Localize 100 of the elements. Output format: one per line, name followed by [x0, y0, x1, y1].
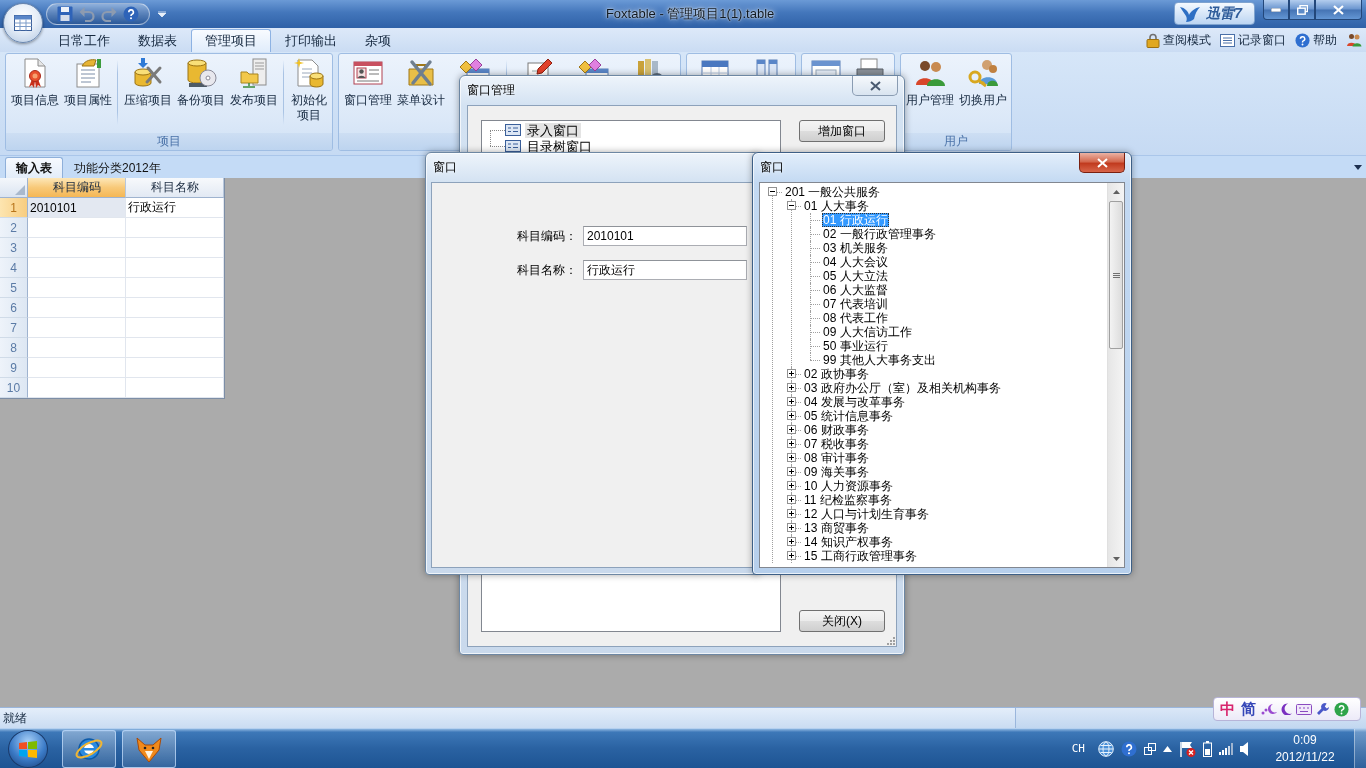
toolbar-button[interactable]: 查阅模式: [1146, 31, 1211, 49]
dialog-button[interactable]: 增加窗口: [799, 120, 885, 142]
column-header[interactable]: 科目名称: [126, 178, 224, 198]
tree-item[interactable]: 03 机关服务: [822, 241, 889, 255]
tree-item[interactable]: 07 代表培训: [822, 297, 889, 311]
tree-item[interactable]: 03 政府办公厅（室）及相关机构事务: [803, 381, 1002, 395]
flag-error-icon[interactable]: [1179, 740, 1196, 757]
battery-icon[interactable]: [1203, 740, 1212, 757]
tree-item[interactable]: 50 事业运行: [822, 339, 889, 353]
up-arrow-icon[interactable]: [1112, 189, 1120, 194]
tree-item[interactable]: 13 商贸事务: [803, 521, 870, 535]
show-desktop-button[interactable]: [1354, 729, 1366, 768]
plus-icon[interactable]: [787, 481, 796, 490]
dropdown-caret-icon[interactable]: [1354, 164, 1362, 170]
minus-icon[interactable]: [787, 201, 796, 210]
help-icon[interactable]: [123, 6, 139, 22]
toolbar-button[interactable]: 帮助: [1295, 31, 1337, 49]
close-button[interactable]: [1079, 153, 1125, 173]
row-header[interactable]: 4: [0, 258, 28, 278]
row-header[interactable]: 8: [0, 338, 28, 358]
row-header[interactable]: 5: [0, 278, 28, 298]
tree-item[interactable]: 01 人大事务: [803, 199, 870, 213]
row-header[interactable]: 2: [0, 218, 28, 238]
tree-item[interactable]: 99 其他人大事务支出: [822, 353, 937, 367]
tree-item[interactable]: 08 审计事务: [803, 451, 870, 465]
help-icon[interactable]: [1121, 740, 1137, 757]
tree-item[interactable]: 12 人口与计划生育事务: [803, 507, 930, 521]
row-header[interactable]: 6: [0, 298, 28, 318]
row-header[interactable]: 3: [0, 238, 28, 258]
column-header[interactable]: 科目编码: [28, 178, 126, 198]
toolbar-button[interactable]: 记录窗口: [1220, 31, 1286, 49]
minus-icon[interactable]: [768, 187, 777, 196]
sheet-tab[interactable]: 输入表: [5, 157, 63, 178]
users-icon[interactable]: [1346, 32, 1362, 48]
tree-item[interactable]: 02 一般行政管理事务: [822, 227, 937, 241]
tree-item[interactable]: 11 纪检监察事务: [803, 493, 893, 507]
ime-mode-button[interactable]: 简: [1240, 699, 1257, 719]
signal-icon[interactable]: [1219, 742, 1233, 755]
tree-item[interactable]: 06 财政事务: [803, 423, 870, 437]
ime-mode-button[interactable]: 中: [1219, 699, 1236, 719]
tree-item[interactable]: 07 税收事务: [803, 437, 870, 451]
row-header[interactable]: 7: [0, 318, 28, 338]
dots-moon-icon[interactable]: [1261, 703, 1277, 715]
ribbon-button[interactable]: 压缩项目: [121, 54, 174, 110]
tree-item[interactable]: 09 海关事务: [803, 465, 870, 479]
save-icon[interactable]: [57, 6, 73, 22]
globe-icon[interactable]: [1098, 740, 1114, 757]
keyboard-icon[interactable]: [1296, 703, 1312, 715]
tree-item[interactable]: 05 统计信息事务: [803, 409, 894, 423]
ribbon-button[interactable]: 项目信息: [8, 54, 61, 110]
floating-widget[interactable]: 迅雷7: [1174, 2, 1255, 25]
tree-item[interactable]: 15 工商行政管理事务: [803, 549, 918, 563]
plus-icon[interactable]: [787, 369, 796, 378]
plus-icon[interactable]: [787, 537, 796, 546]
plus-icon[interactable]: [787, 509, 796, 518]
plus-icon[interactable]: [787, 411, 796, 420]
start-button[interactable]: [8, 729, 48, 768]
language-indicator[interactable]: CH: [1071, 742, 1085, 755]
tree-item[interactable]: 02 政协事务: [803, 367, 870, 381]
close-button[interactable]: [852, 76, 898, 96]
plus-icon[interactable]: [787, 551, 796, 560]
plus-icon[interactable]: [787, 523, 796, 532]
list-item[interactable]: 录入窗口: [525, 122, 581, 138]
taskbar-button[interactable]: [62, 729, 116, 768]
close-button[interactable]: [1315, 0, 1362, 20]
sheet-tab[interactable]: 功能分类2012年: [63, 157, 172, 178]
tree-item[interactable]: 05 人大立法: [822, 269, 889, 283]
maximize-button[interactable]: [1289, 0, 1315, 20]
tree-item[interactable]: 04 人大会议: [822, 255, 889, 269]
tree-item[interactable]: 08 代表工作: [822, 311, 889, 325]
row-header[interactable]: 10: [0, 378, 28, 398]
tree-item[interactable]: 10 人力资源事务: [803, 479, 894, 493]
text-field[interactable]: 2010101: [583, 226, 747, 246]
ribbon-tab[interactable]: 数据表: [124, 29, 191, 52]
plus-icon[interactable]: [787, 425, 796, 434]
moon-icon[interactable]: [1281, 703, 1292, 715]
ribbon-button[interactable]: 窗口管理: [341, 54, 394, 110]
ribbon-button[interactable]: 备份项目: [174, 54, 227, 110]
minimize-button[interactable]: [1263, 0, 1289, 20]
ribbon-tab[interactable]: 日常工作: [44, 29, 124, 52]
ribbon-button[interactable]: 初始化项目: [287, 54, 330, 125]
plus-icon[interactable]: [787, 467, 796, 476]
ribbon-button[interactable]: 项目属性: [61, 54, 114, 110]
ribbon-button[interactable]: 菜单设计: [394, 54, 447, 110]
ribbon-tab[interactable]: 管理项目: [191, 29, 271, 52]
taskbar-button[interactable]: [122, 729, 176, 768]
dialog-button[interactable]: 关闭(X): [799, 610, 885, 632]
ribbon-tab[interactable]: 打印输出: [271, 29, 351, 52]
ribbon-button[interactable]: 用户管理: [903, 54, 956, 110]
ribbon-button[interactable]: 切换用户: [956, 54, 1009, 110]
tree-item[interactable]: 201 一般公共服务: [784, 185, 882, 199]
plus-icon[interactable]: [787, 495, 796, 504]
list-item[interactable]: 目录树窗口: [525, 138, 594, 154]
plus-icon[interactable]: [787, 383, 796, 392]
windows-stack-icon[interactable]: [1144, 742, 1156, 755]
dropdown-caret-icon[interactable]: [158, 11, 166, 17]
tree-item[interactable]: 04 发展与改革事务: [803, 395, 906, 409]
help-icon[interactable]: [1334, 701, 1349, 717]
scrollbar[interactable]: [1107, 183, 1124, 567]
row-header[interactable]: 9: [0, 358, 28, 378]
